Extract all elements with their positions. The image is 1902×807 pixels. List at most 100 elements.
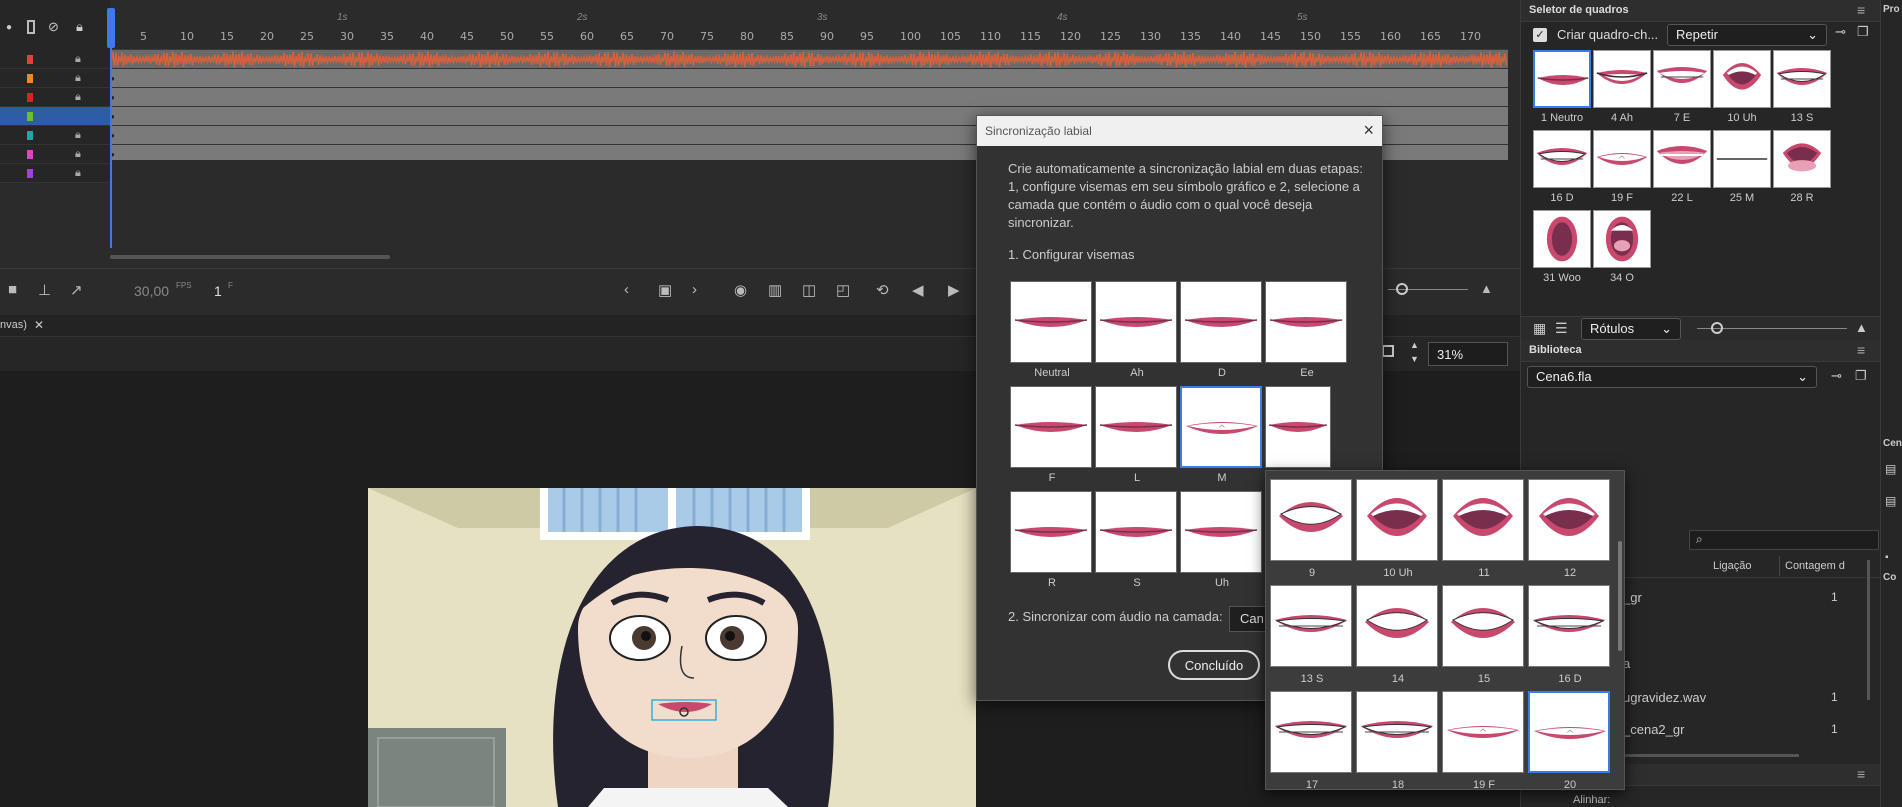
components-tab[interactable]: Co xyxy=(1883,572,1896,583)
copy-icon[interactable]: ❐ xyxy=(1855,368,1867,384)
library-item-name[interactable]: _gr xyxy=(1623,590,1642,605)
add-keyframe-icon[interactable]: ▣ xyxy=(658,281,672,299)
edit-multiple-icon[interactable]: ▥ xyxy=(768,281,782,299)
scene-icon[interactable]: ▤ xyxy=(1885,462,1896,476)
layer-row[interactable] xyxy=(0,107,110,126)
play-icon[interactable]: ▶ xyxy=(948,281,960,299)
layer-track[interactable] xyxy=(110,50,1508,69)
layer-color-swatch[interactable] xyxy=(27,93,33,102)
frame-thumbnail[interactable] xyxy=(1713,130,1771,188)
lock-icon[interactable]: 🔒︎ xyxy=(76,19,83,35)
loop-icon[interactable]: ⟲ xyxy=(876,281,889,299)
library-item-name[interactable]: ugravidez.wav xyxy=(1623,690,1706,705)
panel-menu-icon[interactable]: ≡ xyxy=(1857,2,1865,18)
viseme-slot[interactable] xyxy=(1095,386,1177,468)
frame-thumbnail[interactable] xyxy=(1653,50,1711,108)
lock-icon[interactable]: 🔒︎ xyxy=(75,91,81,104)
copy-icon[interactable]: ❐ xyxy=(1857,24,1869,40)
pin-icon[interactable]: ⊸ xyxy=(1831,368,1842,384)
loop-mode-dropdown[interactable]: Repetir ⌄ xyxy=(1667,24,1827,46)
labels-dropdown[interactable]: Rótulos ⌄ xyxy=(1581,318,1681,340)
popup-frame-thumbnail[interactable] xyxy=(1270,691,1352,773)
done-button[interactable]: Concluído xyxy=(1168,650,1260,680)
panel-menu-icon[interactable]: ≡ xyxy=(1857,766,1865,782)
playhead-handle[interactable] xyxy=(107,8,115,48)
layer-track[interactable]: ● xyxy=(110,88,1508,107)
popup-frame-thumbnail[interactable]: ^ xyxy=(1442,691,1524,773)
popup-frame-thumbnail[interactable] xyxy=(1270,585,1352,667)
viseme-slot[interactable] xyxy=(1180,281,1262,363)
lock-icon[interactable]: 🔒︎ xyxy=(75,148,81,161)
mountain-large-icon[interactable]: ▲ xyxy=(1480,281,1493,296)
frame-thumbnail[interactable] xyxy=(1713,50,1771,108)
popup-frame-thumbnail[interactable] xyxy=(1528,479,1610,561)
zoom-stepper-down-icon[interactable]: ▼ xyxy=(1410,354,1419,364)
list-view-icon[interactable]: ☰ xyxy=(1555,320,1568,337)
onion-skin-icon[interactable]: ◉ xyxy=(734,281,747,299)
transform-icon[interactable]: ◫ xyxy=(802,281,816,299)
col-count[interactable]: Contagem d xyxy=(1785,560,1845,572)
popup-frame-thumbnail[interactable] xyxy=(1528,585,1610,667)
library-search-input[interactable]: ⌕ xyxy=(1689,530,1879,550)
create-keyframe-checkbox[interactable]: ✓ xyxy=(1533,28,1547,42)
layer-row[interactable]: 🔒︎ xyxy=(0,50,110,69)
thumb-size-thumb[interactable] xyxy=(1711,322,1723,334)
outline-icon[interactable] xyxy=(27,20,35,34)
zoom-slider-thumb[interactable] xyxy=(1396,283,1408,295)
layer-color-swatch[interactable] xyxy=(27,150,33,159)
layer-row[interactable]: 🔒︎ xyxy=(0,164,110,183)
audio-layer-dropdown[interactable]: Can xyxy=(1229,606,1269,632)
layer-color-swatch[interactable] xyxy=(27,112,33,121)
clip-icon[interactable]: ◰ xyxy=(836,281,850,299)
frame-thumbnail[interactable] xyxy=(1773,50,1831,108)
popup-frame-thumbnail[interactable] xyxy=(1356,479,1438,561)
frame-thumbnail[interactable] xyxy=(1773,130,1831,188)
viseme-slot[interactable] xyxy=(1095,491,1177,573)
frame-number[interactable]: 1 xyxy=(214,283,222,299)
lock-icon[interactable]: 🔒︎ xyxy=(75,129,81,142)
pin-icon[interactable]: ⊸ xyxy=(1835,24,1846,40)
dot-icon[interactable]: ● xyxy=(6,22,12,33)
step-back-icon[interactable]: ◀ xyxy=(912,281,924,299)
timeline-ruler[interactable]: 1s 2s 3s 4s 5s 5 10 15 20 25 30 35 40 45 50 55 60 65 70 75 8… xyxy=(110,8,1508,50)
viseme-slot[interactable] xyxy=(1010,281,1092,363)
frame-thumbnail[interactable] xyxy=(1593,210,1651,268)
layer-color-swatch[interactable] xyxy=(27,169,33,178)
layer-color-swatch[interactable] xyxy=(27,74,33,83)
viseme-slot[interactable] xyxy=(1095,281,1177,363)
close-icon[interactable]: × xyxy=(1363,120,1374,141)
properties-tab[interactable]: Pro xyxy=(1883,4,1900,15)
library-item-name[interactable]: _cena2_gr xyxy=(1623,722,1684,737)
popup-frame-thumbnail[interactable] xyxy=(1356,691,1438,773)
popup-frame-thumbnail[interactable] xyxy=(1442,585,1524,667)
mountain-large-icon[interactable]: ▲ xyxy=(1855,320,1868,335)
layer-track[interactable]: ● xyxy=(110,69,1508,88)
frame-thumbnail[interactable] xyxy=(1533,130,1591,188)
next-keyframe-icon[interactable]: › xyxy=(692,281,697,298)
lock-icon[interactable]: 🔒︎ xyxy=(75,72,81,85)
zoom-stepper-up-icon[interactable]: ▲ xyxy=(1410,340,1419,350)
fps-value[interactable]: 30,00 xyxy=(134,283,169,299)
clip-stage-icon[interactable] xyxy=(1382,345,1394,357)
close-tab-icon[interactable]: ✕ xyxy=(34,318,44,332)
library-hscroll[interactable] xyxy=(1619,754,1799,757)
grid-view-icon[interactable]: ▦ xyxy=(1533,320,1546,337)
layer-row[interactable]: 🔒︎ xyxy=(0,126,110,145)
graph-icon[interactable]: ↗ xyxy=(70,281,83,299)
lock-icon[interactable]: 🔒︎ xyxy=(75,167,81,180)
viseme-slot[interactable] xyxy=(1265,281,1347,363)
popup-frame-thumbnail[interactable] xyxy=(1356,585,1438,667)
frame-thumbnail[interactable] xyxy=(1533,210,1591,268)
viseme-slot[interactable] xyxy=(1265,386,1331,468)
camera-icon[interactable]: ■ xyxy=(8,281,17,298)
timeline-scrollbar[interactable] xyxy=(110,255,390,259)
layer-row[interactable]: 🔒︎ xyxy=(0,88,110,107)
zoom-input[interactable]: 31% xyxy=(1428,342,1508,366)
viseme-slot[interactable] xyxy=(1010,491,1092,573)
frame-thumbnail[interactable] xyxy=(1533,50,1591,108)
popup-frame-thumbnail[interactable] xyxy=(1442,479,1524,561)
library-file-dropdown[interactable]: Cena6.fla ⌄ xyxy=(1527,366,1817,388)
eye-hidden-icon[interactable]: ⊘ xyxy=(48,19,59,35)
layer-parent-icon[interactable]: ⊥ xyxy=(38,281,51,299)
viseme-slot[interactable] xyxy=(1010,386,1092,468)
